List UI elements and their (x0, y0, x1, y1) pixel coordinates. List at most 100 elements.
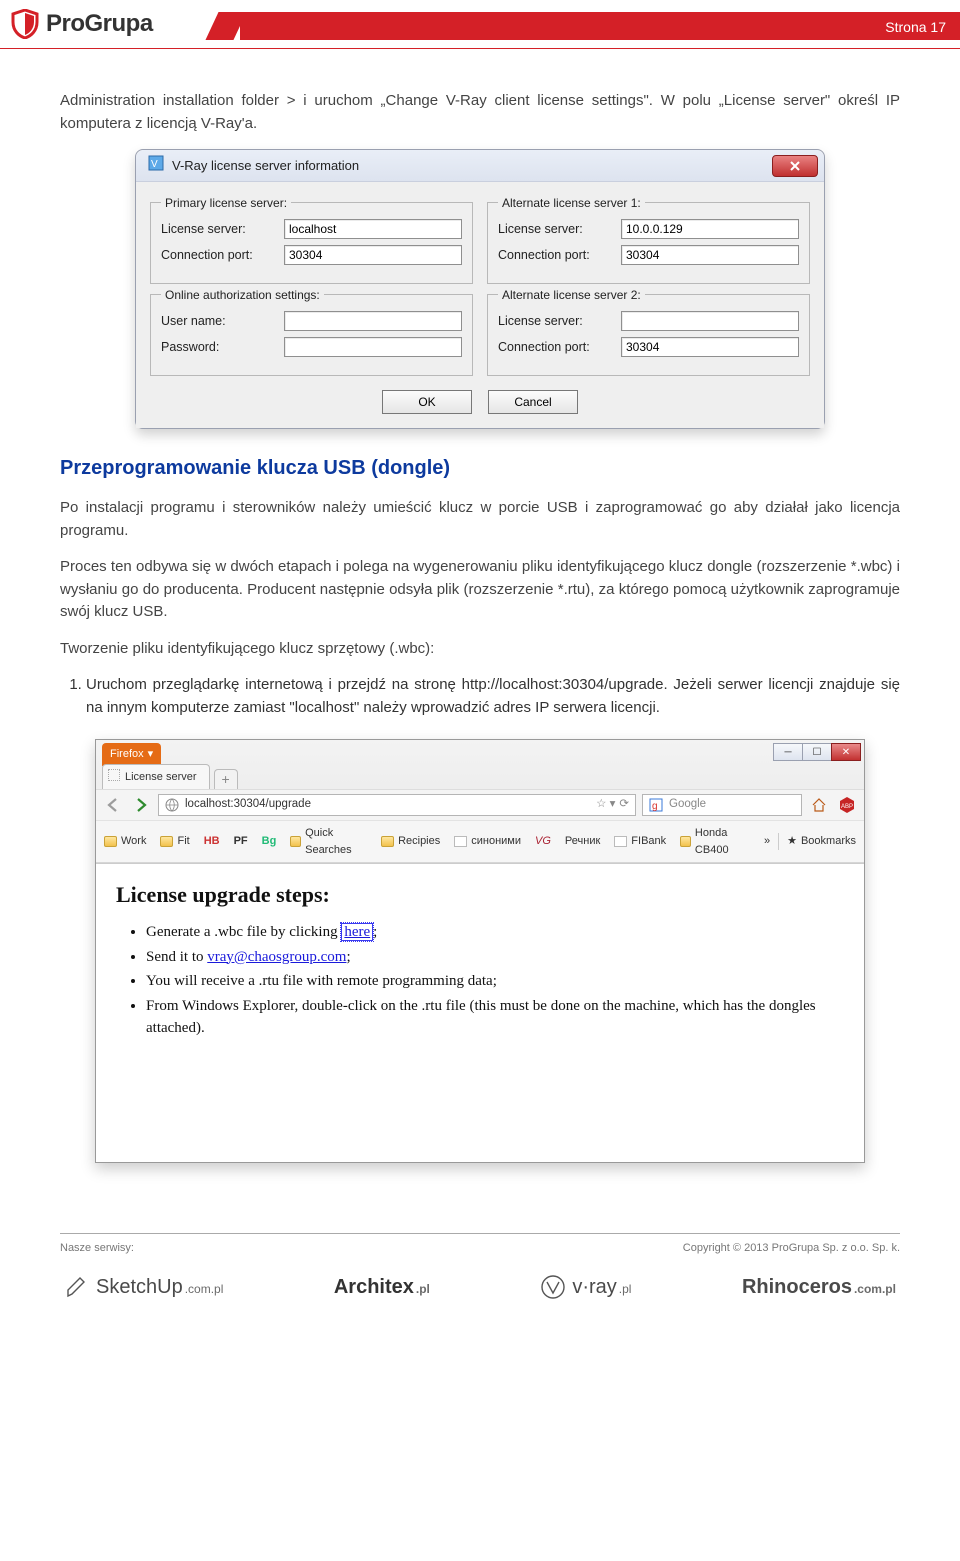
svg-text:g: g (652, 801, 658, 812)
footer-logo-rhino: Rhinoceros.com.pl (742, 1272, 896, 1302)
bookmarks-overflow[interactable]: » (764, 833, 770, 850)
reload-icon[interactable]: ⟳ (619, 796, 629, 813)
chevron-down-icon: ▾ (148, 746, 154, 763)
header-stripe: Strona 17 (200, 12, 960, 40)
url-text: localhost:30304/upgrade (185, 796, 311, 813)
label-connection-port: Connection port: (498, 246, 613, 265)
footer-meta: Nasze serwisy: Copyright © 2013 ProGrupa… (60, 1233, 900, 1257)
search-placeholder: Google (669, 796, 706, 813)
close-icon (789, 160, 801, 172)
dialog-titlebar: V V-Ray license server information (136, 150, 824, 182)
star-icon: ★ (787, 833, 797, 850)
ordered-steps: Uruchom przeglądarkę internetową i przej… (60, 674, 900, 719)
nav-back-button[interactable] (102, 794, 124, 816)
google-icon: g (649, 798, 663, 812)
window-minimize-button[interactable]: ─ (773, 743, 803, 761)
primary-server-input[interactable] (284, 219, 462, 239)
folder-icon (160, 836, 173, 847)
list-item: Send it to vray@chaosgroup.com; (146, 946, 844, 969)
bookmark-item[interactable]: Work (104, 833, 146, 850)
label-password: Password: (161, 338, 276, 357)
bookmark-item[interactable]: Fit (160, 833, 189, 850)
group-alt2-server: Alternate license server 2: License serv… (487, 294, 810, 376)
arrow-left-icon (105, 797, 121, 813)
abp-button[interactable]: ABP (836, 794, 858, 816)
label-license-server: License server: (498, 220, 613, 239)
footer-copyright: Copyright © 2013 ProGrupa Sp. z o.o. Sp.… (683, 1240, 900, 1257)
alt1-port-input[interactable] (621, 245, 799, 265)
page-number: Strona 17 (885, 17, 946, 38)
search-bar[interactable]: g Google (642, 794, 802, 816)
subheading: Tworzenie pliku identyfikującego klucz s… (60, 638, 900, 661)
footer-logo-sketchup: SketchUp.com.pl (64, 1272, 223, 1302)
browser-tab[interactable]: License server (102, 764, 210, 790)
bookmark-item[interactable]: Honda CB400 (680, 825, 750, 858)
firefox-menu-button[interactable]: Firefox ▾ (102, 743, 161, 766)
folder-icon (680, 836, 691, 847)
cancel-button[interactable]: Cancel (488, 390, 578, 414)
label-connection-port: Connection port: (498, 338, 613, 357)
group-legend: Alternate license server 2: (498, 286, 645, 304)
list-item: Generate a .wbc file by clicking here; (146, 921, 844, 944)
brand-logo: ProGrupa (10, 6, 163, 42)
page-content: License upgrade steps: Generate a .wbc f… (96, 864, 864, 1162)
nav-forward-button[interactable] (130, 794, 152, 816)
bookmark-item[interactable]: Recipies (381, 833, 440, 850)
bookmark-item[interactable]: PF (234, 833, 248, 850)
bookmark-item[interactable]: Речник (565, 833, 600, 850)
address-bar[interactable]: localhost:30304/upgrade ☆ ▾ ⟳ (158, 794, 636, 816)
list-item: From Windows Explorer, double-click on t… (146, 995, 844, 1040)
new-tab-button[interactable]: + (214, 769, 238, 789)
dialog-close-button[interactable] (772, 155, 818, 177)
alt1-server-input[interactable] (621, 219, 799, 239)
intro-paragraph: Administration installation folder > i u… (60, 90, 900, 135)
email-link[interactable]: vray@chaosgroup.com (207, 949, 346, 965)
svg-text:V: V (151, 159, 158, 170)
tab-title: License server (125, 771, 197, 783)
svg-text:ABP: ABP (841, 804, 853, 810)
here-link[interactable]: here (341, 923, 373, 941)
bookmark-item[interactable]: HB (204, 833, 220, 850)
bookmark-item[interactable]: VG (535, 833, 551, 850)
step-item: Uruchom przeglądarkę internetową i przej… (86, 674, 900, 719)
ok-button[interactable]: OK (382, 390, 472, 414)
shield-icon (10, 9, 40, 39)
globe-icon (165, 798, 179, 812)
page-icon (614, 836, 627, 847)
dropdown-history-icon[interactable]: ☆ ▾ (596, 796, 615, 813)
bookmark-item[interactable]: Quick Searches (290, 825, 367, 858)
dialog-title: V-Ray license server information (172, 156, 359, 176)
bookmark-item[interactable]: Bg (262, 833, 277, 850)
window-close-button[interactable]: ✕ (831, 743, 861, 761)
alt2-port-input[interactable] (621, 337, 799, 357)
footer-left: Nasze serwisy: (60, 1240, 134, 1257)
document-header: ProGrupa Strona 17 (0, 6, 960, 50)
brand-text: ProGrupa (46, 6, 153, 42)
home-icon (811, 797, 827, 813)
label-license-server: License server: (498, 312, 613, 331)
arrow-right-icon (133, 797, 149, 813)
folder-icon (290, 836, 301, 847)
home-button[interactable] (808, 794, 830, 816)
group-legend: Alternate license server 1: (498, 194, 645, 212)
vray-icon (540, 1274, 566, 1300)
label-license-server: License server: (161, 220, 276, 239)
alt2-server-input[interactable] (621, 311, 799, 331)
username-input[interactable] (284, 311, 462, 331)
favicon-icon (108, 769, 120, 781)
folder-icon (104, 836, 117, 847)
bookmark-item[interactable]: синоними (454, 833, 521, 850)
bookmark-item[interactable]: FIBank (614, 833, 666, 850)
bookmarks-bar: Work Fit HB PF Bg Quick Searches Recipie… (96, 820, 864, 863)
group-online-auth: Online authorization settings: User name… (150, 294, 473, 376)
folder-icon (381, 836, 394, 847)
list-item: You will receive a .rtu file with remote… (146, 970, 844, 993)
password-input[interactable] (284, 337, 462, 357)
abp-icon: ABP (838, 796, 856, 814)
group-legend: Primary license server: (161, 194, 291, 212)
group-alt1-server: Alternate license server 1: License serv… (487, 202, 810, 284)
browser-screenshot: ─ ☐ ✕ Firefox ▾ License server + (95, 739, 865, 1163)
bookmarks-menu[interactable]: ★ Bookmarks (778, 833, 856, 850)
window-maximize-button[interactable]: ☐ (802, 743, 832, 761)
primary-port-input[interactable] (284, 245, 462, 265)
